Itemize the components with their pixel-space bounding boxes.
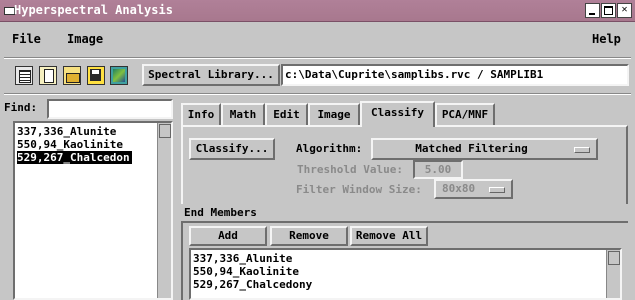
filter-window-value: 80x80	[442, 182, 476, 195]
menu-image[interactable]: Image	[67, 32, 103, 46]
close-icon[interactable]: ✕	[617, 3, 632, 18]
menu-separator	[4, 57, 631, 59]
find-input[interactable]	[47, 99, 173, 119]
end-members-title: End Members	[184, 206, 257, 219]
tab-image[interactable]: Image	[308, 103, 360, 125]
list-item[interactable]: 550,94_Kaolinite	[193, 265, 299, 278]
minimize-icon[interactable]	[585, 3, 600, 18]
filter-window-label: Filter Window Size:	[296, 183, 422, 196]
toolbar-separator	[4, 93, 631, 95]
maximize-icon[interactable]	[601, 3, 616, 18]
list-item[interactable]: 550,94_Kaolinite	[17, 138, 123, 151]
tab-pca-mnf[interactable]: PCA/MNF	[435, 103, 495, 125]
end-members-scrollbar[interactable]	[606, 250, 620, 298]
algorithm-value: Matched Filtering	[415, 142, 528, 155]
dropdown-arrow-icon	[574, 147, 590, 153]
algorithm-dropdown[interactable]: Matched Filtering	[371, 138, 598, 160]
list-item-selected[interactable]: 529,267_Chalcedon	[17, 151, 132, 164]
list-item[interactable]: 529,267_Chalcedony	[193, 278, 312, 291]
spectral-library-button[interactable]: Spectral Library...	[142, 64, 280, 86]
window-title: Hyperspectral Analysis	[14, 3, 173, 17]
list-item[interactable]: 337,336_Alunite	[193, 252, 292, 265]
tab-edit[interactable]: Edit	[265, 103, 308, 125]
add-button[interactable]: Add	[189, 226, 267, 246]
list-item[interactable]: 337,336_Alunite	[17, 125, 116, 138]
algorithm-label: Algorithm:	[296, 142, 363, 155]
raster-image-icon[interactable]	[110, 66, 128, 85]
tab-math[interactable]: Math	[221, 103, 265, 125]
library-path-field[interactable]: c:\Data\Cuprite\samplibs.rvc / SAMPLIB1	[281, 64, 629, 86]
menu-file[interactable]: File	[12, 32, 41, 46]
tab-info[interactable]: Info	[181, 103, 221, 125]
classify-button[interactable]: Classify...	[189, 138, 275, 160]
menu-help[interactable]: Help	[592, 32, 621, 46]
open-folder-icon[interactable]	[63, 66, 81, 85]
threshold-label: Threshold Value:	[297, 163, 403, 176]
list-icon[interactable]	[15, 66, 33, 85]
tab-classify[interactable]: Classify	[360, 101, 435, 127]
menu-bar: File Image Help	[0, 29, 635, 49]
save-icon[interactable]	[87, 66, 105, 85]
title-bar[interactable]: Hyperspectral Analysis ✕	[0, 0, 635, 22]
new-file-icon[interactable]	[39, 66, 57, 85]
filter-window-dropdown[interactable]: 80x80	[434, 179, 513, 199]
remove-button[interactable]: Remove	[270, 226, 348, 246]
dropdown-arrow-icon	[489, 187, 505, 193]
scroll-up-icon[interactable]	[608, 251, 620, 265]
find-label: Find:	[4, 101, 38, 114]
scroll-up-icon[interactable]	[159, 124, 171, 138]
threshold-field[interactable]: 5.00	[413, 160, 463, 179]
spectra-list[interactable]: 337,336_Alunite 550,94_Kaolinite 529,267…	[13, 121, 173, 300]
end-members-list[interactable]: 337,336_Alunite 550,94_Kaolinite 529,267…	[189, 248, 622, 300]
remove-all-button[interactable]: Remove All	[350, 226, 428, 246]
hyperspectral-window: Hyperspectral Analysis ✕ File Image Help…	[0, 0, 635, 300]
spectra-list-scrollbar[interactable]	[157, 123, 171, 298]
